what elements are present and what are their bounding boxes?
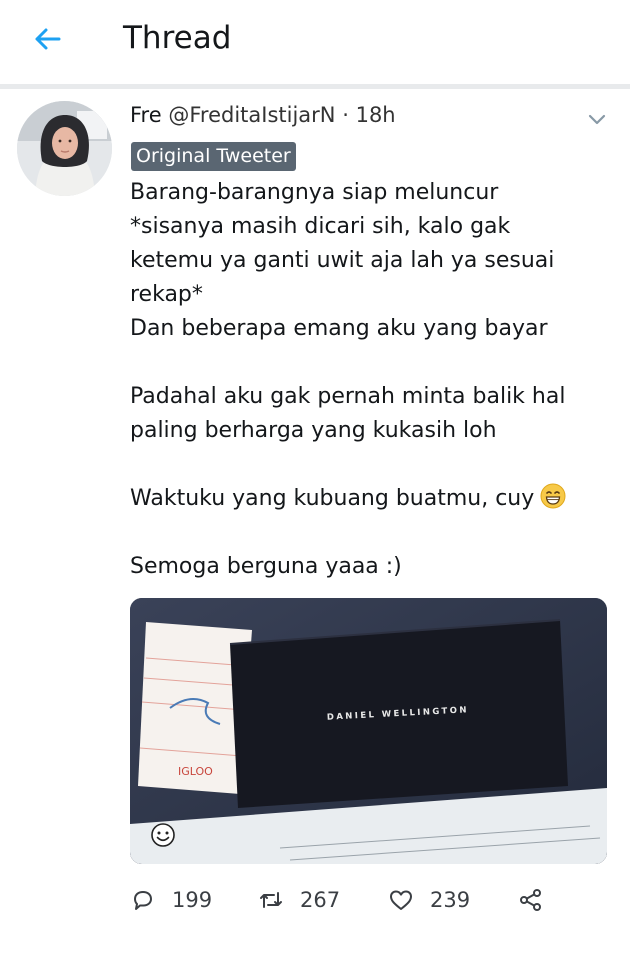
tweet-line: Dan beberapa emang aku yang bayar [130, 316, 548, 341]
reply-icon [134, 891, 152, 910]
tweet-media-photo[interactable]: IGLOO DANIEL WELLINGTON [130, 598, 607, 864]
share-button[interactable] [518, 882, 544, 918]
tweet-line: *sisanya masih dicari sih, kalo gak [130, 214, 511, 239]
separator-dot: · [342, 103, 349, 127]
tweet-time[interactable]: 18h [356, 103, 396, 127]
tweet-line: Semoga berguna yaaa :) [130, 554, 402, 579]
retweet-button[interactable]: 267 [258, 882, 340, 918]
like-count: 239 [430, 888, 471, 912]
receipt-text: IGLOO [178, 765, 213, 778]
share-icon [520, 889, 541, 911]
heart-icon [390, 890, 412, 910]
tweet-actions: 199 267 239 [130, 882, 610, 922]
top-app-bar: Thread [0, 0, 630, 84]
tweet-line: Barang-barangnya siap meluncur [130, 180, 499, 205]
chevron-down-icon[interactable] [585, 107, 609, 131]
retweet-count: 267 [300, 888, 341, 912]
tweet-text: Barang-barangnya siap meluncur *sisanya … [130, 176, 610, 584]
reply-count: 199 [172, 888, 213, 912]
smiley-watermark-icon [148, 820, 178, 850]
tweet-line: paling berharga yang kukasih loh [130, 418, 497, 443]
tweet-header: Fre @FreditaIstijarN · 18h [130, 100, 396, 130]
back-arrow-icon[interactable] [30, 22, 64, 56]
like-button[interactable]: 239 [388, 882, 470, 918]
reply-button[interactable]: 199 [130, 882, 212, 918]
author-name[interactable]: Fre [130, 103, 162, 127]
tweet-line: Padahal aku gak pernah minta balik hal [130, 384, 566, 409]
header-divider [0, 84, 630, 89]
tweet-line: ketemu ya ganti uwit aja lah ya sesuai [130, 248, 555, 273]
author-handle[interactable]: @FreditaIstijarN [168, 103, 335, 127]
grinning-face-emoji-icon [540, 483, 566, 509]
tweet-line: Waktuku yang kubuang buatmu, cuy [130, 486, 535, 511]
retweet-icon [260, 892, 282, 908]
tweet-line: rekap* [130, 282, 203, 307]
original-tweeter-badge: Original Tweeter [131, 142, 296, 171]
page-title: Thread [123, 20, 232, 56]
watch-box-image: DANIEL WELLINGTON [229, 619, 568, 808]
avatar[interactable] [17, 101, 112, 196]
tweet-line-with-emoji: Waktuku yang kubuang buatmu, cuy [130, 482, 610, 516]
